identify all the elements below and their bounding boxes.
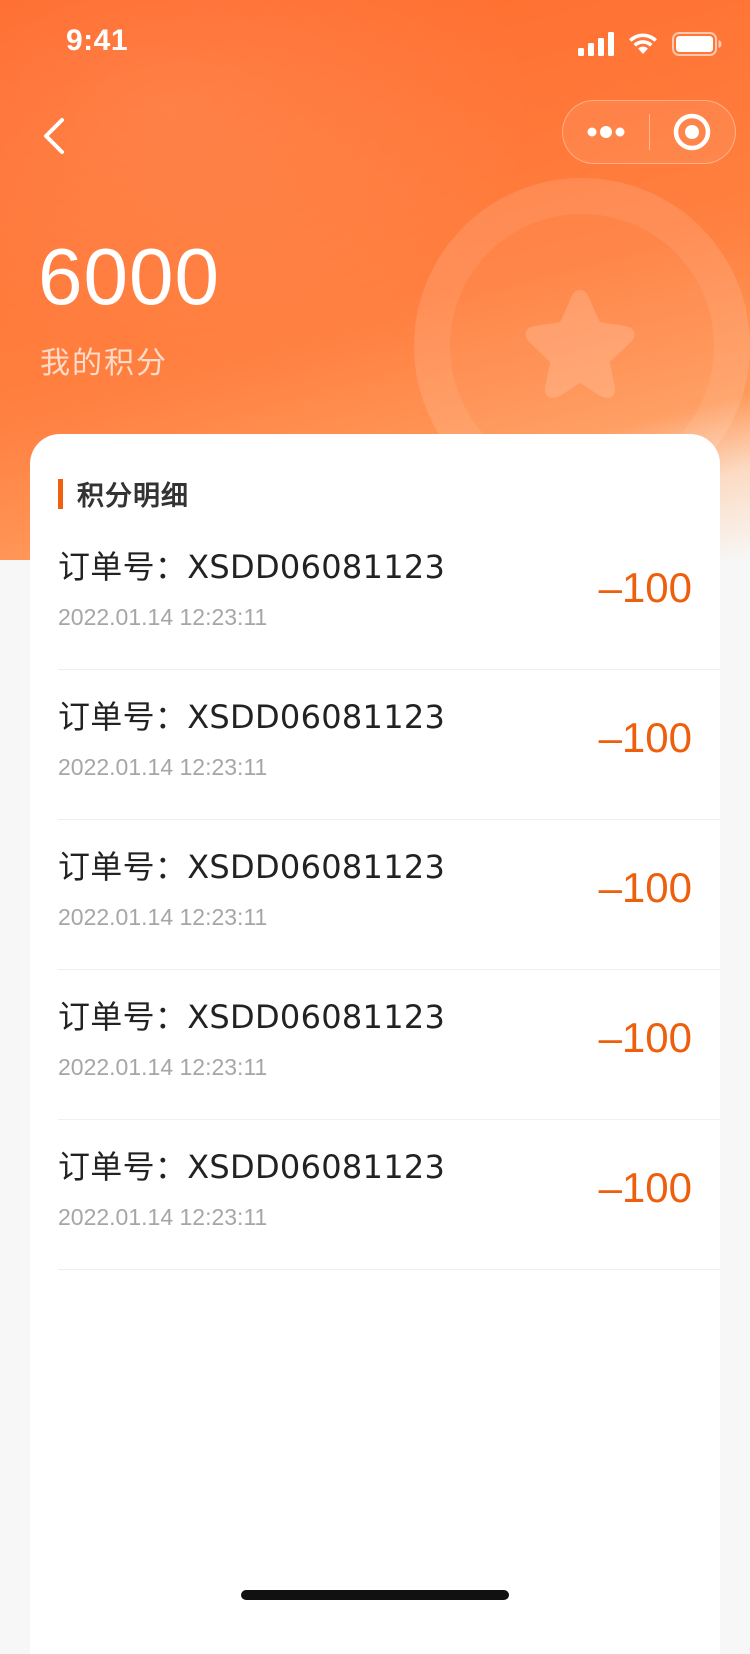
record-order-number: 订单号：XSDD06081123	[58, 998, 446, 1036]
status-icons	[578, 30, 722, 58]
record-amount: –100	[598, 1164, 692, 1211]
record-time: 2022.01.14 12:23:11	[58, 604, 268, 630]
record-order-number: 订单号：XSDD06081123	[58, 698, 446, 736]
list-item[interactable]: 订单号：XSDD06081123 2022.01.14 12:23:11 –10…	[58, 520, 720, 670]
miniprogram-capsule	[562, 100, 736, 164]
status-bar: 9:41	[0, 0, 750, 90]
record-amount: –100	[598, 714, 692, 761]
points-detail-card: 积分明细 订单号：XSDD06081123 2022.01.14 12:23:1…	[30, 434, 720, 1654]
battery-icon	[672, 32, 722, 56]
status-time: 9:41	[66, 24, 129, 57]
section-title-text: 积分明细	[77, 481, 189, 512]
section-title: 积分明细	[58, 474, 189, 513]
close-miniprogram-button[interactable]	[650, 100, 736, 164]
record-time: 2022.01.14 12:23:11	[58, 904, 268, 930]
signal-icon	[578, 32, 614, 56]
record-amount: –100	[598, 1014, 692, 1061]
record-time: 2022.01.14 12:23:11	[58, 754, 268, 780]
wifi-icon	[629, 33, 657, 54]
record-time: 2022.01.14 12:23:11	[58, 1054, 268, 1080]
back-button[interactable]	[26, 108, 82, 164]
record-list: 订单号：XSDD06081123 2022.01.14 12:23:11 –10…	[58, 520, 720, 1270]
record-amount: –100	[598, 864, 692, 911]
more-dots-icon	[587, 126, 625, 138]
record-time: 2022.01.14 12:23:11	[58, 1204, 268, 1230]
record-order-number: 订单号：XSDD06081123	[58, 548, 446, 586]
more-button[interactable]	[563, 100, 649, 164]
record-order-number: 订单号：XSDD06081123	[58, 848, 446, 886]
record-amount: –100	[598, 564, 692, 611]
star-icon	[525, 289, 635, 398]
section-title-bar	[58, 478, 63, 509]
list-item[interactable]: 订单号：XSDD06081123 2022.01.14 12:23:11 –10…	[58, 1120, 720, 1270]
list-item[interactable]: 订单号：XSDD06081123 2022.01.14 12:23:11 –10…	[58, 670, 720, 820]
list-item[interactable]: 订单号：XSDD06081123 2022.01.14 12:23:11 –10…	[58, 970, 720, 1120]
chevron-left-icon	[44, 118, 64, 154]
record-order-number: 订单号：XSDD06081123	[58, 1148, 446, 1186]
home-indicator	[241, 1590, 509, 1600]
target-circle-icon	[674, 113, 711, 151]
list-item[interactable]: 订单号：XSDD06081123 2022.01.14 12:23:11 –10…	[58, 820, 720, 970]
points-label: 我的积分	[40, 346, 168, 381]
points-value: 6000	[38, 232, 220, 321]
